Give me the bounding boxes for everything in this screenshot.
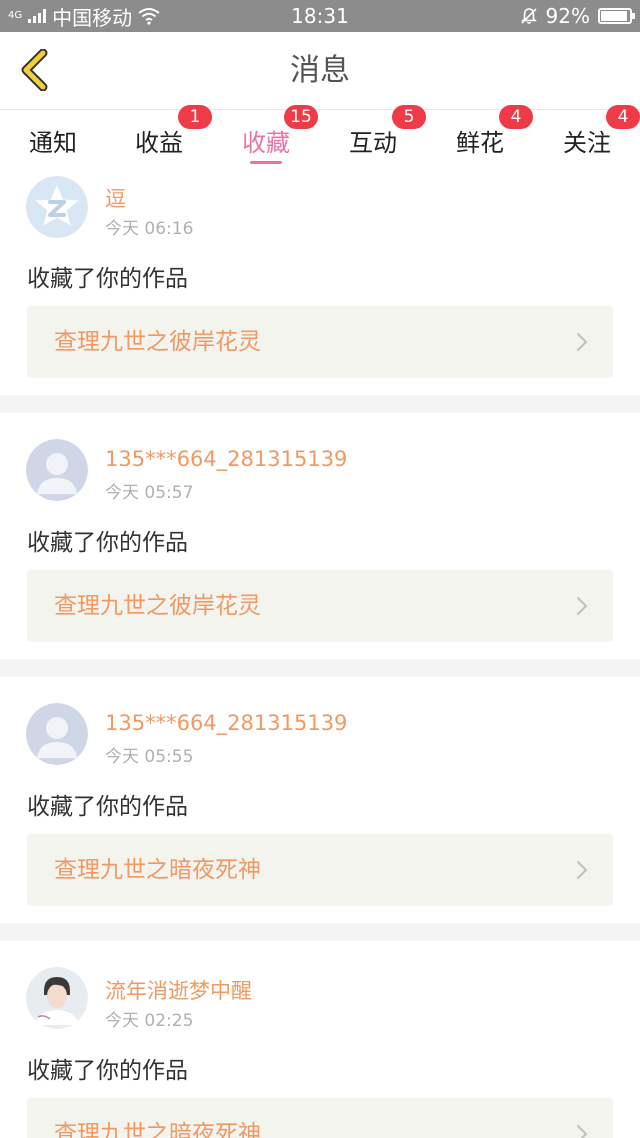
timestamp: 今天 05:55: [105, 747, 194, 767]
header: 消息: [0, 32, 640, 110]
work-link[interactable]: 查理九世之暗夜死神: [27, 1098, 613, 1138]
qq-logo-avatar[interactable]: [26, 176, 88, 238]
battery-icon: [598, 8, 635, 24]
person-photo-icon: [26, 967, 88, 1029]
username[interactable]: 逗: [105, 183, 126, 213]
tab-bar: 通知 收益 1 收藏 15 互动 5 鲜花 4 关注 4: [0, 105, 640, 171]
username[interactable]: 135***664_281315139: [105, 711, 347, 735]
action-text: 收藏了你的作品: [27, 530, 188, 556]
back-button[interactable]: [10, 46, 58, 94]
battery-percent: 92%: [545, 4, 590, 28]
user-silhouette-icon: [26, 703, 88, 765]
network-type: 4G: [8, 10, 23, 21]
tab-badge: 5: [392, 105, 426, 129]
wifi-icon: [138, 8, 160, 25]
username[interactable]: 135***664_281315139: [105, 447, 347, 471]
user-silhouette-icon: [26, 439, 88, 501]
work-link[interactable]: 查理九世之暗夜死神: [27, 834, 613, 906]
message-feed[interactable]: 逗 今天 06:16 收藏了你的作品 查理九世之彼岸花灵 135***664_2…: [0, 171, 640, 1138]
status-bar: 4G 中国移动 18:31 92%: [0, 0, 640, 32]
work-link[interactable]: 查理九世之彼岸花灵: [27, 570, 613, 642]
default-user-avatar[interactable]: [26, 703, 88, 765]
work-title: 查理九世之暗夜死神: [54, 857, 261, 883]
action-text: 收藏了你的作品: [27, 1058, 188, 1084]
status-left: 4G 中国移动: [8, 0, 160, 32]
carrier: 中国移动: [52, 5, 133, 30]
signal-icon: [28, 9, 47, 23]
work-link[interactable]: 查理九世之彼岸花灵: [27, 306, 613, 378]
list-item: 流年消逝梦中醒 今天 02:25 收藏了你的作品 查理九世之暗夜死神: [0, 941, 640, 1138]
chevron-right-icon: [576, 860, 588, 880]
battery-fill: [601, 11, 627, 21]
default-user-avatar[interactable]: [26, 439, 88, 501]
tab-follows[interactable]: 关注 4: [534, 105, 640, 171]
action-text: 收藏了你的作品: [27, 266, 188, 292]
tab-label: 通知: [29, 129, 77, 157]
tab-interactions[interactable]: 互动 5: [320, 105, 426, 171]
work-title: 查理九世之彼岸花灵: [54, 329, 261, 355]
timestamp: 今天 02:25: [105, 1011, 194, 1031]
tab-flowers[interactable]: 鲜花 4: [427, 105, 533, 171]
tab-notify[interactable]: 通知: [0, 111, 106, 171]
tab-earnings[interactable]: 收益 1: [106, 105, 212, 171]
tab-badge: 1: [178, 105, 212, 129]
photo-avatar[interactable]: [26, 967, 88, 1029]
tab-badge: 4: [499, 105, 533, 129]
username[interactable]: 流年消逝梦中醒: [105, 975, 252, 1005]
chevron-left-icon: [21, 49, 48, 91]
active-tab-indicator: [250, 161, 282, 164]
work-title: 查理九世之暗夜死神: [54, 1121, 261, 1138]
tab-badge: 4: [606, 105, 640, 129]
page-title: 消息: [290, 53, 350, 88]
mute-bell-icon: [520, 8, 537, 24]
chevron-right-icon: [576, 332, 588, 352]
tab-favorites[interactable]: 收藏 15: [213, 105, 319, 171]
list-item: 135***664_281315139 今天 05:55 收藏了你的作品 查理九…: [0, 677, 640, 923]
tab-badge: 15: [284, 105, 318, 129]
star-icon: [26, 176, 88, 238]
list-item: 135***664_281315139 今天 05:57 收藏了你的作品 查理九…: [0, 413, 640, 659]
list-item: 逗 今天 06:16 收藏了你的作品 查理九世之彼岸花灵: [0, 171, 640, 395]
status-right: 92%: [520, 0, 635, 32]
timestamp: 今天 06:16: [105, 219, 194, 239]
work-title: 查理九世之彼岸花灵: [54, 593, 261, 619]
chevron-right-icon: [576, 1124, 588, 1138]
action-text: 收藏了你的作品: [27, 794, 188, 820]
timestamp: 今天 05:57: [105, 483, 194, 503]
chevron-right-icon: [576, 596, 588, 616]
